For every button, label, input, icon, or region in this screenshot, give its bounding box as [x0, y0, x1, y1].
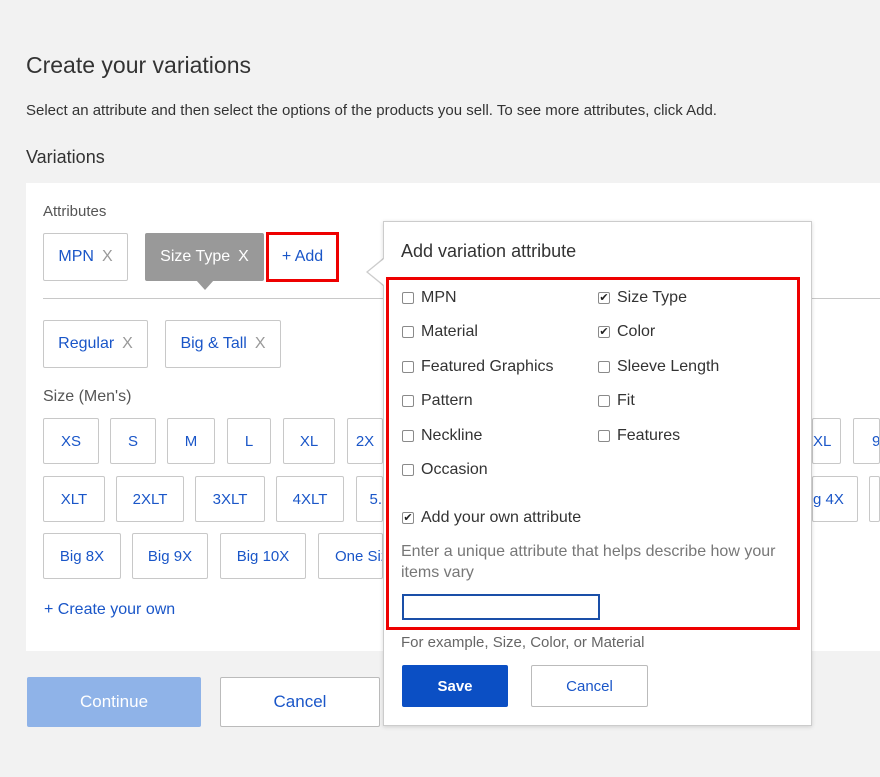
- size-option[interactable]: 2XLT: [116, 476, 184, 522]
- checkbox-neckline[interactable]: Neckline: [402, 427, 482, 445]
- checkbox-label: MPN: [421, 289, 457, 306]
- create-your-own-link[interactable]: + Create your own: [44, 601, 175, 619]
- checkbox-sleeve-length[interactable]: Sleeve Length: [598, 358, 719, 376]
- remove-icon[interactable]: X: [122, 335, 133, 353]
- checkbox-label: Material: [421, 323, 478, 340]
- size-option[interactable]: g 4X: [812, 476, 858, 522]
- checkbox-own-attribute[interactable]: ✔ Add your own attribute: [402, 509, 581, 527]
- remove-icon[interactable]: X: [238, 248, 249, 266]
- save-button[interactable]: Save: [402, 665, 508, 707]
- size-option[interactable]: 9.: [853, 418, 880, 464]
- size-option[interactable]: Big 10X: [220, 533, 306, 579]
- checkbox-box[interactable]: [598, 361, 610, 373]
- size-option[interactable]: XL: [283, 418, 335, 464]
- page-subtitle: Select an attribute and then select the …: [26, 102, 717, 119]
- checkbox-label: Size Type: [617, 289, 687, 306]
- checkbox-box[interactable]: [402, 361, 414, 373]
- checkbox-mpn[interactable]: MPN: [402, 289, 457, 307]
- checkbox-box[interactable]: [598, 395, 610, 407]
- chip-label: Big & Tall: [180, 335, 247, 352]
- cancel-button[interactable]: Cancel: [220, 677, 380, 727]
- checkbox-label: Neckline: [421, 427, 483, 444]
- checkbox-features[interactable]: Features: [598, 427, 680, 445]
- attribute-chip-size-type[interactable]: Size Type X: [145, 233, 264, 281]
- checkbox-fit[interactable]: Fit: [598, 392, 635, 410]
- add-attribute-button[interactable]: + Add: [266, 232, 339, 282]
- checkbox-pattern[interactable]: Pattern: [402, 392, 473, 410]
- checkbox-box[interactable]: [402, 395, 414, 407]
- size-option[interactable]: Big 8X: [43, 533, 121, 579]
- size-option[interactable]: 3XLT: [195, 476, 265, 522]
- checkbox-box[interactable]: [402, 464, 414, 476]
- remove-icon[interactable]: X: [255, 335, 266, 353]
- selected-caret-icon: [196, 280, 214, 290]
- checkbox-size-type[interactable]: ✔ Size Type: [598, 289, 687, 307]
- checkbox-label: Pattern: [421, 392, 473, 409]
- checkbox-box[interactable]: [402, 292, 414, 304]
- checkbox-occasion[interactable]: Occasion: [402, 461, 488, 479]
- size-option[interactable]: 2X: [347, 418, 383, 464]
- checkbox-box[interactable]: [598, 430, 610, 442]
- own-attribute-input[interactable]: [402, 594, 600, 620]
- checkbox-label: Sleeve Length: [617, 358, 720, 375]
- checkbox-featured-graphics[interactable]: Featured Graphics: [402, 358, 554, 376]
- checkbox-label: Add your own attribute: [421, 509, 582, 526]
- continue-button[interactable]: Continue: [27, 677, 201, 727]
- popover-arrow-inner: [368, 259, 384, 285]
- section-title: Variations: [26, 147, 105, 167]
- attribute-chip-mpn[interactable]: MPN X: [43, 233, 128, 281]
- checkbox-material[interactable]: Material: [402, 323, 478, 341]
- checkbox-box[interactable]: [402, 430, 414, 442]
- chip-label: MPN: [58, 248, 94, 265]
- size-option[interactable]: XLT: [43, 476, 105, 522]
- checkbox-label: Occasion: [421, 461, 488, 478]
- size-option[interactable]: M: [167, 418, 215, 464]
- size-option[interactable]: One Siz: [318, 533, 383, 579]
- size-option[interactable]: 4XLT: [276, 476, 344, 522]
- size-option[interactable]: XL: [812, 418, 841, 464]
- own-attribute-example: For example, Size, Color, or Material: [401, 634, 645, 651]
- checkbox-label: Color: [617, 323, 656, 340]
- popover-title: Add variation attribute: [401, 241, 577, 261]
- size-type-chip-regular[interactable]: Regular X: [43, 320, 148, 368]
- checkmark-icon[interactable]: ✔: [402, 512, 414, 524]
- size-option[interactable]: Big 9X: [132, 533, 208, 579]
- checkbox-label: Features: [617, 427, 681, 444]
- own-attribute-hint: Enter a unique attribute that helps desc…: [401, 543, 776, 581]
- size-option[interactable]: 5.: [356, 476, 383, 522]
- remove-icon[interactable]: X: [102, 248, 113, 266]
- chip-label: Regular: [58, 335, 115, 352]
- attributes-label: Attributes: [43, 203, 107, 220]
- checkbox-label: Fit: [617, 392, 635, 409]
- size-option[interactable]: S: [110, 418, 156, 464]
- size-option[interactable]: L: [227, 418, 271, 464]
- size-label: Size (Men's): [43, 388, 132, 405]
- checkbox-label: Featured Graphics: [421, 358, 554, 375]
- size-option[interactable]: XS: [43, 418, 99, 464]
- page-title: Create your variations: [26, 52, 251, 78]
- size-option-partial[interactable]: [869, 476, 880, 522]
- popover-cancel-button[interactable]: Cancel: [531, 665, 648, 707]
- checkmark-icon[interactable]: ✔: [598, 326, 610, 338]
- size-type-chip-big-tall[interactable]: Big & Tall X: [165, 320, 281, 368]
- checkbox-color[interactable]: ✔ Color: [598, 323, 655, 341]
- checkmark-icon[interactable]: ✔: [598, 292, 610, 304]
- chip-label: Size Type: [160, 248, 231, 265]
- checkbox-box[interactable]: [402, 326, 414, 338]
